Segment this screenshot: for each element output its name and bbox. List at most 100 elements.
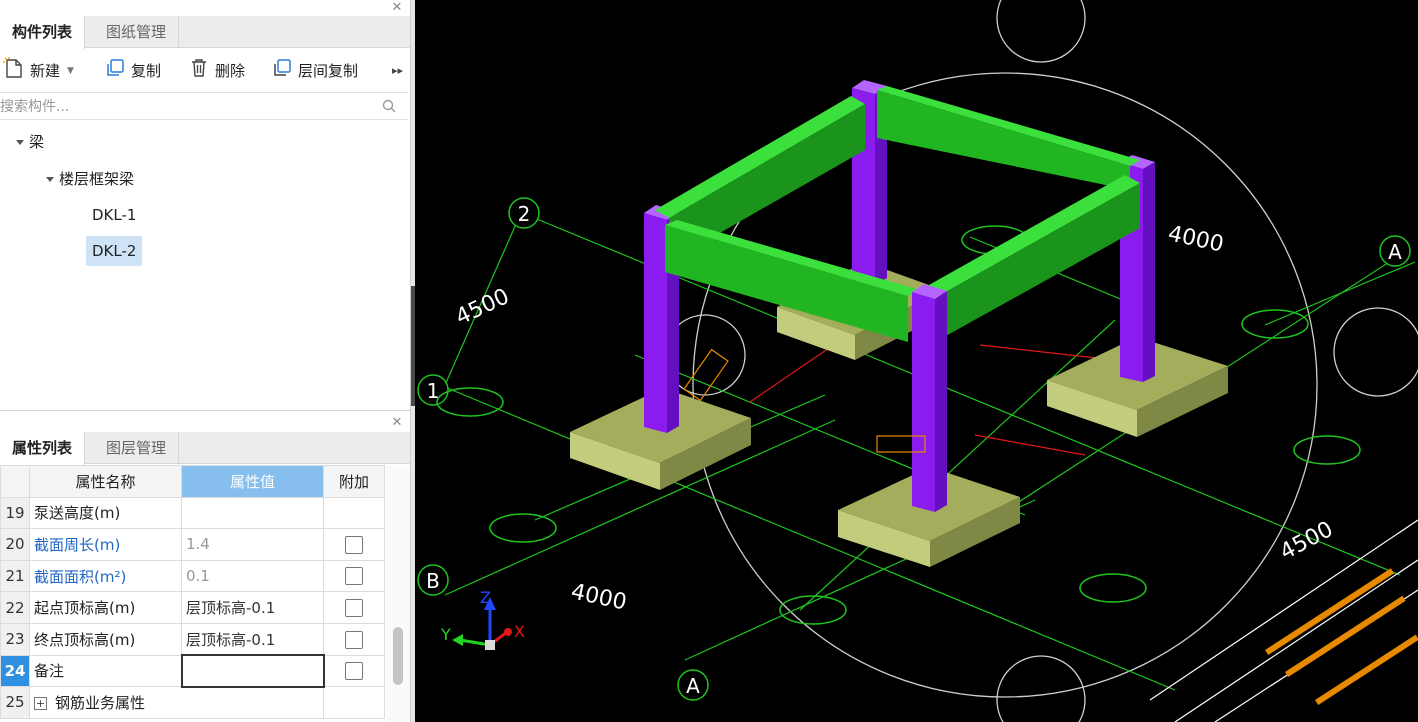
extra-cell: [323, 591, 385, 624]
extra-checkbox[interactable]: [345, 662, 364, 681]
table-row[interactable]: 22 起点顶标高(m) 层顶标高-0.1: [0, 591, 385, 624]
extra-cell: [323, 654, 385, 688]
tab-layer-management[interactable]: 图层管理: [94, 432, 180, 464]
header-property-value: 属性值: [181, 465, 324, 498]
beam-back: [877, 86, 1140, 190]
property-value[interactable]: 层顶标高-0.1: [181, 622, 324, 656]
extra-cell: [323, 559, 385, 593]
svg-text:A: A: [686, 674, 700, 698]
axis-label-b: B: [417, 564, 449, 596]
dimension-4500-right: 4500: [1276, 517, 1337, 565]
tree-node-floor-frame-beam[interactable]: 楼层框架梁: [46, 165, 134, 193]
property-name: 备注: [29, 654, 182, 688]
row-number: 19: [0, 496, 30, 530]
row-number: 21: [0, 559, 30, 593]
axis-ellipse: [436, 387, 504, 417]
svg-text:A: A: [1388, 240, 1402, 264]
tree-node-beam[interactable]: 梁: [16, 128, 44, 156]
property-table: 属性名称 属性值 附加 19 泵送高度(m) 20 截面周长(m) 1.4 21…: [0, 465, 385, 719]
row-number: 22: [0, 591, 30, 624]
component-toolbar: 新建 ▼ 复制 删除 层间复制 ▸▸: [0, 53, 410, 89]
header-property-name: 属性名称: [29, 465, 182, 498]
copy-button[interactable]: 复制: [104, 57, 161, 86]
extra-checkbox[interactable]: [345, 598, 363, 617]
component-tabbar: 构件列表 图纸管理: [0, 16, 410, 49]
dimension-4500-left: 4500: [452, 284, 513, 330]
floor-copy-icon: [271, 57, 293, 86]
table-row[interactable]: 21 截面面积(m²) 0.1: [0, 559, 385, 593]
axis-ellipse: [489, 513, 557, 543]
property-name: 泵送高度(m): [29, 496, 182, 530]
property-header-row: 属性名称 属性值 附加: [0, 465, 385, 498]
axis-label-2: 2: [508, 197, 540, 229]
column-front: [912, 284, 947, 512]
property-value-editor[interactable]: [180, 654, 325, 688]
3d-viewport[interactable]: 4500 4000 4000 4500 2 1 B A A Z Y X: [415, 0, 1418, 722]
tab-drawing-management[interactable]: 图纸管理: [94, 16, 180, 48]
property-value[interactable]: 1.4: [181, 528, 324, 561]
svg-text:B: B: [426, 569, 440, 593]
tab-property-list[interactable]: 属性列表: [0, 432, 86, 465]
gizmo-x-label: X: [514, 622, 525, 641]
new-dropdown-icon[interactable]: ▼: [67, 59, 74, 83]
row-number: 24: [0, 654, 30, 688]
expand-arrow-icon[interactable]: [16, 139, 24, 145]
tree-item-dkl-2[interactable]: DKL-2: [86, 236, 143, 266]
extra-checkbox[interactable]: [345, 567, 363, 586]
gizmo-y-label: Y: [440, 625, 451, 644]
table-row[interactable]: 20 截面周长(m) 1.4: [0, 528, 385, 561]
property-name: 起点顶标高(m): [29, 591, 182, 624]
axis-label-1: 1: [417, 374, 449, 406]
beam-right: [920, 175, 1140, 342]
extra-cell: [323, 528, 385, 561]
table-row[interactable]: 19 泵送高度(m): [0, 496, 385, 530]
axis-ellipse: [1293, 435, 1361, 465]
view-reference-circles: [664, 0, 1418, 722]
axis-label-a-right: A: [1379, 235, 1411, 267]
title-block-notes: [1265, 568, 1418, 706]
property-group[interactable]: + 钢筋业务属性: [29, 686, 324, 719]
component-panel-close-icon[interactable]: ✕: [390, 1, 404, 15]
axis-ellipse: [1079, 573, 1147, 603]
scrollbar-thumb[interactable]: [393, 627, 403, 685]
expand-plus-icon[interactable]: +: [34, 697, 47, 711]
left-panel: ✕ 构件列表 图纸管理 新建 ▼ 复制 删除 层间复制 ▸▸ 搜索构件... 梁…: [0, 0, 410, 722]
table-row[interactable]: 24 备注: [0, 654, 385, 688]
table-row[interactable]: 23 终点顶标高(m) 层顶标高-0.1: [0, 622, 385, 656]
row-number: 20: [0, 528, 30, 561]
tab-component-list[interactable]: 构件列表: [0, 16, 86, 49]
property-value[interactable]: [181, 496, 324, 530]
property-panel-close-icon[interactable]: ✕: [390, 416, 404, 430]
delete-button[interactable]: 删除: [188, 57, 245, 86]
axis-ellipse: [779, 595, 847, 625]
expand-arrow-icon[interactable]: [46, 176, 54, 182]
panel-divider: [0, 410, 410, 411]
new-button[interactable]: 新建 ▼: [3, 56, 74, 86]
search-input[interactable]: [0, 96, 370, 118]
axis-label-a-bottom: A: [677, 669, 709, 701]
header-num: [0, 465, 30, 498]
property-value[interactable]: 层顶标高-0.1: [181, 591, 324, 624]
dimension-4000-right: 4000: [1166, 221, 1226, 257]
tree-item-dkl-1[interactable]: DKL-1: [92, 201, 136, 229]
row-number: 25: [0, 686, 30, 719]
search-icon[interactable]: [382, 99, 396, 117]
extra-checkbox[interactable]: [345, 535, 363, 554]
svg-text:2: 2: [518, 202, 531, 226]
extra-cell: [323, 496, 385, 530]
double-chevron-right-icon: ▸▸: [392, 64, 404, 77]
property-name: 终点顶标高(m): [29, 622, 182, 656]
copy-icon: [104, 57, 126, 86]
extra-checkbox[interactable]: [345, 630, 363, 649]
extra-cell: [323, 686, 385, 719]
trash-icon: [188, 57, 210, 86]
property-scrollbar[interactable]: [386, 465, 410, 722]
table-row[interactable]: 25 + 钢筋业务属性: [0, 686, 385, 719]
extra-cell: [323, 622, 385, 656]
property-value[interactable]: 0.1: [181, 559, 324, 593]
axis-gizmo: Z Y X: [440, 588, 525, 650]
new-document-icon: [3, 56, 25, 86]
toolbar-overflow-button[interactable]: ▸▸: [392, 59, 403, 83]
floor-copy-button[interactable]: 层间复制: [271, 57, 358, 86]
header-extra: 附加: [323, 465, 385, 498]
